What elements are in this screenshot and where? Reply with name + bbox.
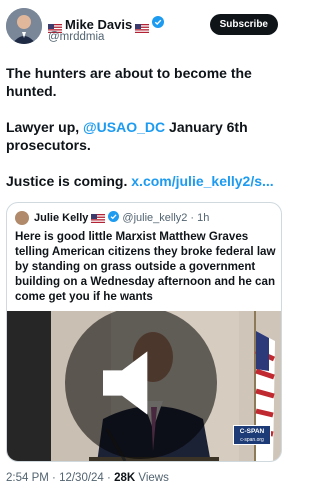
author-avatar[interactable]: [6, 8, 42, 44]
quote-author-avatar[interactable]: [15, 211, 29, 225]
meta-separator: ·: [52, 472, 60, 484]
post-date[interactable]: 12/30/24: [59, 472, 104, 484]
mention-link[interactable]: @USAO_DC: [83, 119, 165, 135]
post-paragraph-2: Lawyer up, @USAO_DC January 6th prosecut…: [6, 118, 282, 154]
post-header: Mike Davis @mrddmia Subscribe: [6, 8, 282, 50]
quote-header: Julie Kelly @julie_kelly2 · 1h: [15, 211, 209, 225]
post-text-segment: Lawyer up,: [6, 119, 84, 135]
url-link[interactable]: x.com/julie_kelly2/s...: [131, 173, 273, 189]
us-flag-icon: [91, 213, 106, 223]
post-time[interactable]: 2:54 PM: [6, 472, 49, 484]
quote-author-name[interactable]: Julie Kelly: [34, 212, 88, 224]
views-label: Views: [138, 472, 169, 484]
quote-video[interactable]: C-SPAN c-span.org: [7, 311, 281, 461]
quote-timestamp[interactable]: · 1h: [190, 212, 209, 224]
post-meta: 2:54 PM · 12/30/24 · 28K Views: [6, 472, 169, 484]
us-flag-icon: [135, 20, 150, 33]
meta-separator: ·: [107, 472, 115, 484]
author-handle[interactable]: @mrddmia: [48, 31, 104, 43]
post-text-segment: Justice is coming.: [6, 173, 132, 189]
quote-text: Here is good little Marxist Matthew Grav…: [15, 230, 276, 303]
views-count: 28K: [114, 472, 136, 484]
post-text: The hunters are about to become the hunt…: [6, 64, 282, 208]
subscribe-button[interactable]: Subscribe: [209, 14, 278, 35]
quoted-post[interactable]: Julie Kelly @julie_kelly2 · 1h Here is g…: [6, 202, 282, 462]
quote-author-handle[interactable]: @julie_kelly2: [122, 212, 187, 224]
us-flag-icon: [48, 20, 62, 33]
verified-badge-icon: [152, 15, 165, 33]
post-paragraph-1: The hunters are about to become the hunt…: [6, 65, 252, 99]
volume-icon[interactable]: [7, 311, 279, 459]
post-paragraph-3: Justice is coming. x.com/julie_kelly2/s.…: [6, 172, 282, 190]
verified-badge-icon: [108, 211, 120, 225]
author-name[interactable]: Mike Davis: [65, 17, 132, 32]
